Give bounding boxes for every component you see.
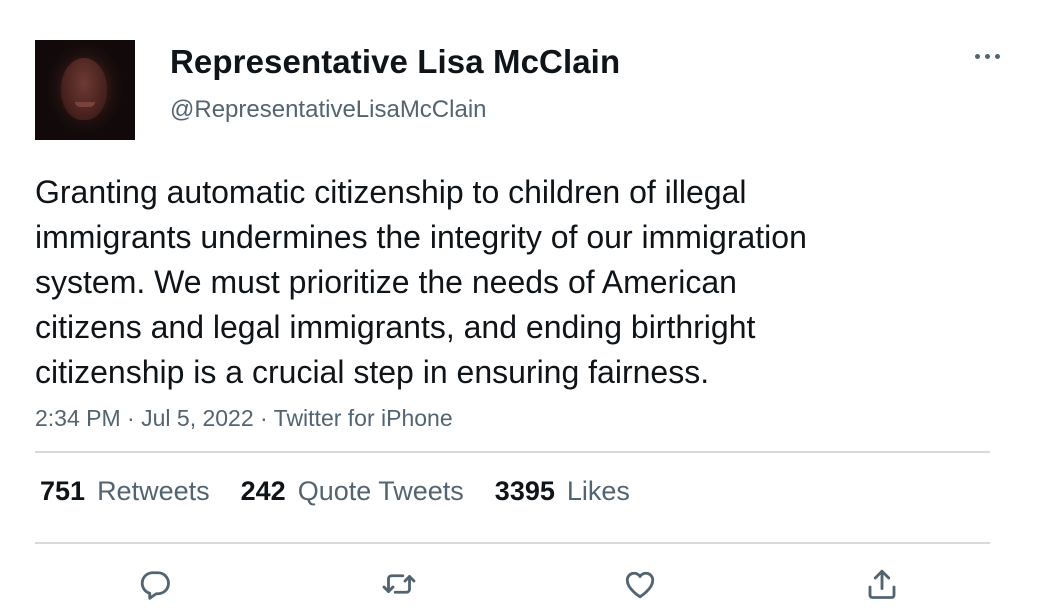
tweet-metadata: 2:34 PM · Jul 5, 2022 · Twitter for iPho… [35,405,453,432]
meta-separator: · [120,405,142,431]
tweet-time[interactable]: 2:34 PM [35,405,121,431]
share-icon [868,569,896,599]
engagement-stats: 751 Retweets 242 Quote Tweets 3395 Likes [40,476,661,507]
retweet-icon [382,574,416,594]
share-button[interactable] [860,562,904,606]
tweet-source[interactable]: Twitter for iPhone [274,405,453,431]
retweets-label: Retweets [97,476,210,506]
retweet-button[interactable] [377,562,421,606]
reply-icon [140,571,170,600]
tweet-card: Representative Lisa McClain @Representat… [0,0,1050,615]
retweets-count: 751 [40,476,86,506]
quote-tweets-label: Quote Tweets [297,476,464,506]
likes-label: Likes [566,476,630,506]
like-button[interactable] [618,562,662,606]
more-horizontal-icon [975,54,980,59]
more-options-button[interactable] [968,40,1008,72]
likes-count: 3395 [494,476,555,506]
avatar-mouth [75,102,95,107]
avatar[interactable] [35,40,135,140]
author-handle[interactable]: @RepresentativeLisaMcClain [170,96,487,124]
retweets-stat[interactable]: 751 Retweets [40,476,210,507]
more-horizontal-icon-dot [995,54,1000,59]
tweet-text: Granting automatic citizenship to childr… [35,174,807,390]
meta-separator: · [253,405,274,431]
more-horizontal-icon-dot [985,54,990,59]
divider [35,542,990,544]
heart-icon [625,571,655,599]
author-display-name[interactable]: Representative Lisa McClain [170,43,620,81]
avatar-face [61,58,107,120]
likes-stat[interactable]: 3395 Likes [495,476,630,507]
quote-tweets-count: 242 [240,476,286,506]
quote-tweets-stat[interactable]: 242 Quote Tweets [241,476,464,507]
tweet-date[interactable]: Jul 5, 2022 [141,405,254,431]
reply-button[interactable] [133,562,177,606]
divider [35,451,990,453]
